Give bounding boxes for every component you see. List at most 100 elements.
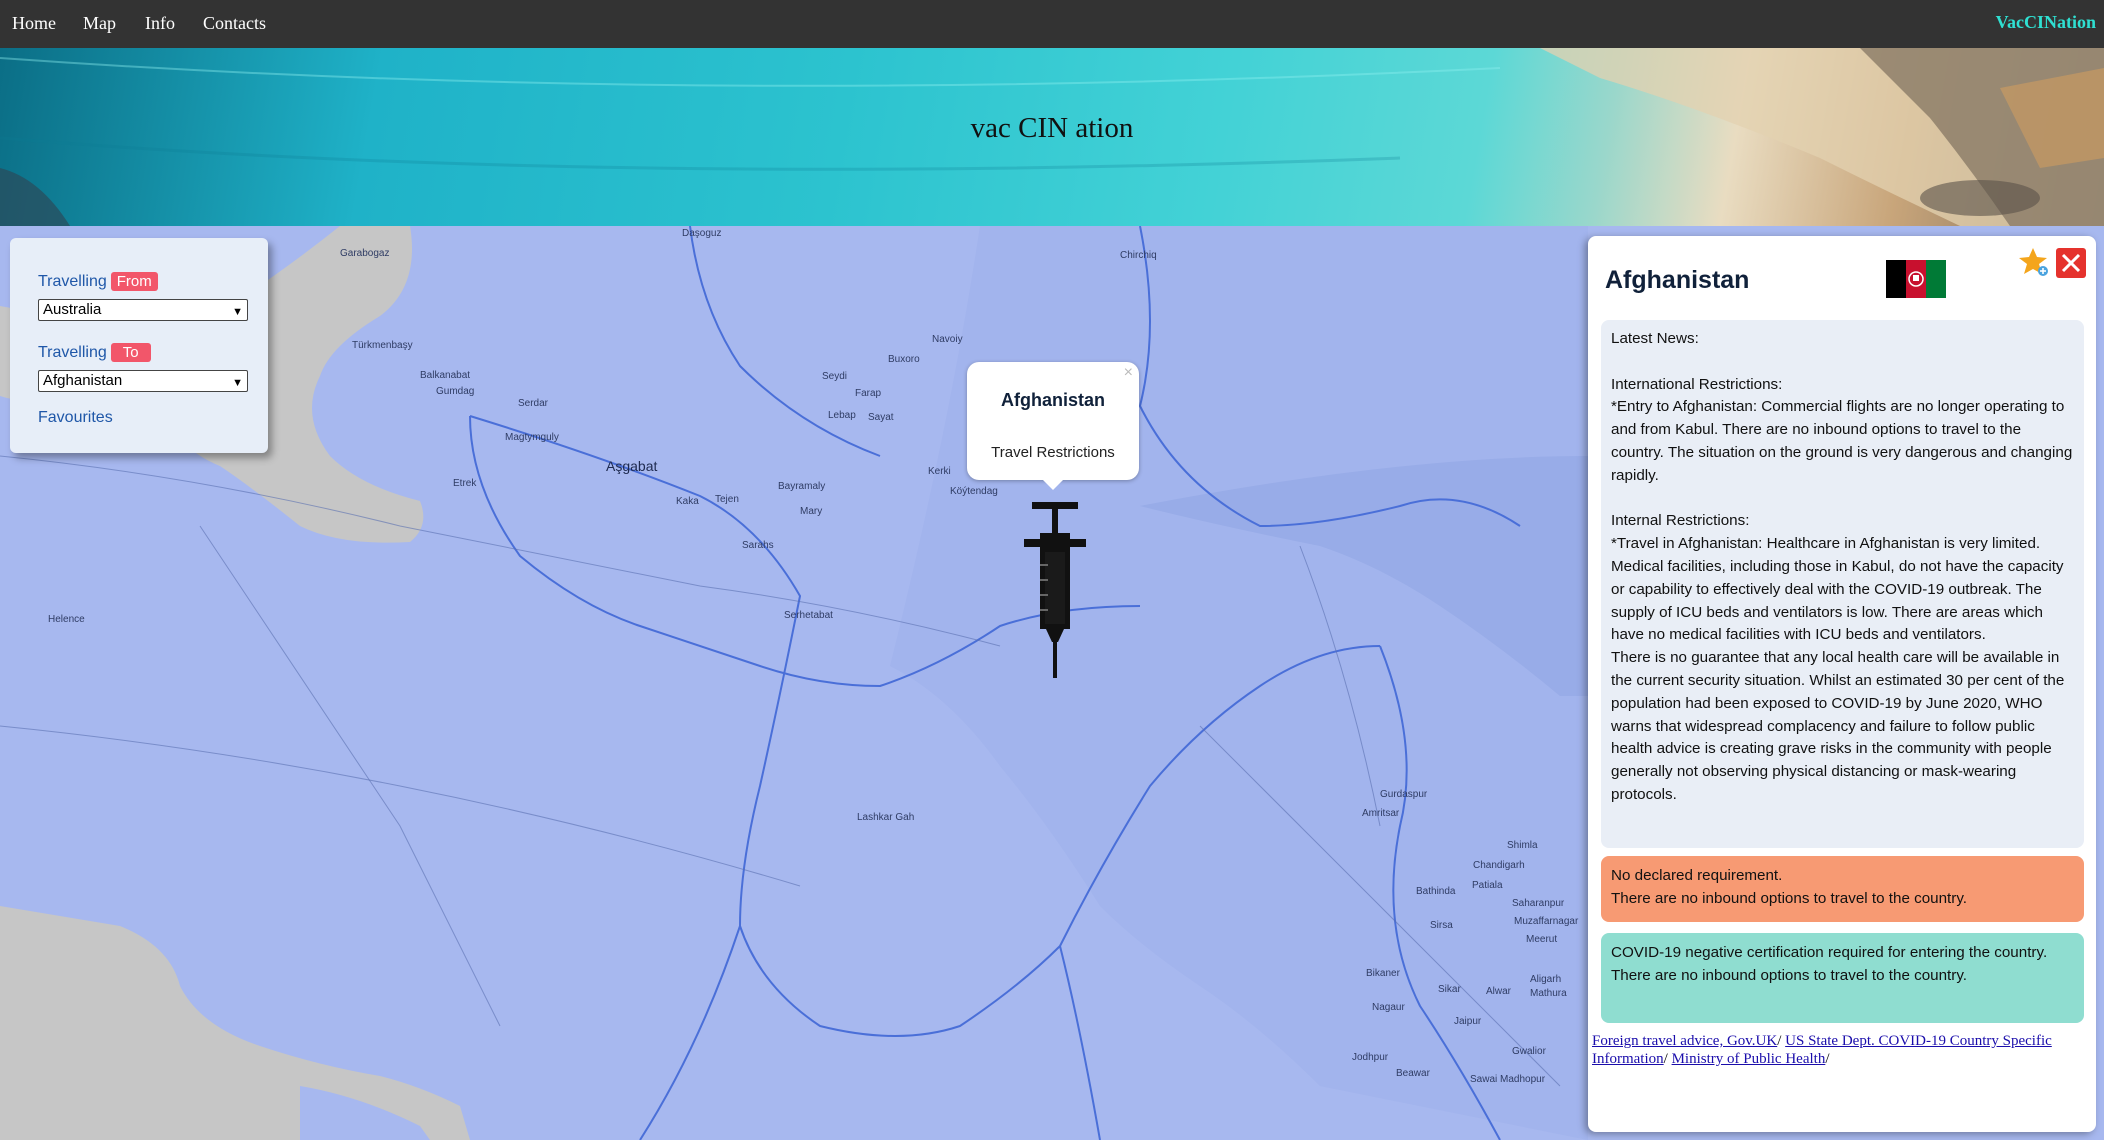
syringe-icon[interactable] [1020, 500, 1090, 682]
nav-map-link[interactable]: Map [83, 13, 116, 34]
hero-title: vac CIN ation [970, 112, 1134, 144]
to-row: Travelling To [38, 343, 151, 362]
map-label-chandigarh: Chandigarh [1473, 860, 1525, 871]
map-label-shimla: Shimla [1507, 840, 1538, 851]
certification-status-box: COVID-19 negative certification required… [1601, 933, 2084, 1023]
navbar: Home Map Info Contacts VacCINation [0, 0, 2104, 48]
map-label-garabogaz: Garabogaz [340, 248, 390, 259]
country-title: Afghanistan [1605, 266, 1750, 294]
map-label-gwalior: Gwalior [1512, 1046, 1546, 1057]
from-badge: From [110, 272, 158, 291]
map-label-serhetabat: Serhetabat [784, 610, 833, 621]
map-label-kaka: Kaka [676, 496, 699, 507]
news-heading: Latest News: [1611, 330, 1699, 347]
map-label-navoiy: Navoiy [932, 334, 963, 345]
map-label-tejen: Tejen [715, 494, 739, 505]
to-country-select[interactable]: Afghanistan ▼ [38, 370, 248, 392]
map-label-lebap: Lebap [828, 410, 856, 421]
map-label-sayat: Sayat [868, 412, 894, 423]
map-label-dasoguz: Daşoguz [682, 228, 722, 239]
map-label-sikar: Sikar [1438, 984, 1461, 995]
map-label-serdar: Serdar [518, 398, 549, 409]
to-badge: To [110, 343, 151, 362]
map-label-gurdaspur: Gurdaspur [1380, 789, 1428, 800]
add-favourite-star-icon[interactable] [2018, 246, 2050, 278]
popup-subtitle[interactable]: Travel Restrictions [967, 444, 1139, 461]
from-country-value: Australia [43, 301, 102, 318]
map-label-sarahs: Sarahs [742, 540, 774, 551]
afghanistan-flag-icon [1886, 260, 1946, 298]
international-restrictions-heading: International Restrictions: [1611, 375, 1783, 393]
link-separator: / [1777, 1033, 1786, 1049]
map-label-koytendag: Köýtendag [950, 486, 998, 497]
link-trailing-slash: / [1825, 1051, 1830, 1067]
map-label-gumdag: Gumdag [436, 386, 475, 397]
certification-line-1: COVID-19 negative certification required… [1611, 944, 2048, 961]
from-label: Travelling [38, 273, 107, 290]
map-label-buxoro: Buxoro [888, 354, 920, 365]
map-label-saharanpur: Saharanpur [1512, 898, 1565, 909]
map-label-aligarh: Aligarh [1530, 974, 1562, 985]
certification-line-2: There are no inbound options to travel t… [1611, 966, 1968, 984]
hero-banner: vac CIN ation [0, 48, 2104, 226]
map-label-muzaffarnagar: Muzaffarnagar [1514, 916, 1579, 927]
map-label-balkanabat: Balkanabat [420, 370, 471, 381]
ministry-public-health-link[interactable]: Ministry of Public Health [1672, 1051, 1826, 1067]
map-label-kerki: Kerki [928, 466, 951, 477]
requirement-line-2: There are no inbound options to travel t… [1611, 889, 1968, 907]
nav-info-link[interactable]: Info [145, 13, 175, 34]
from-country-select[interactable]: Australia ▼ [38, 299, 248, 321]
from-row: Travelling From [38, 272, 158, 291]
internal-restrictions-heading: Internal Restrictions: [1611, 512, 1750, 530]
map-label-alwar: Alwar [1486, 986, 1512, 997]
popup-close-icon[interactable]: × [1124, 364, 1133, 382]
internal-restrictions-text: *Travel in Afghanistan: Healthcare in Af… [1611, 535, 2064, 644]
map-label-bikaner: Bikaner [1366, 968, 1400, 979]
gov-uk-link[interactable]: Foreign travel advice, Gov.UK [1592, 1033, 1777, 1049]
map-label-mathura: Mathura [1530, 988, 1567, 999]
sources-links: Foreign travel advice, Gov.UK/ US State … [1592, 1032, 2092, 1068]
close-panel-button[interactable] [2056, 248, 2086, 278]
map-label-nagaur: Nagaur [1372, 1002, 1405, 1013]
map-label-beawar: Beawar [1396, 1068, 1430, 1079]
latest-news-box: Latest News: International Restrictions:… [1601, 320, 2084, 848]
brand-logo[interactable]: VacCINation [1996, 12, 2096, 33]
map-label-jodhpur: Jodhpur [1352, 1052, 1389, 1063]
map-label-seydi: Seydi [822, 371, 848, 382]
international-restrictions-text: *Entry to Afghanistan: Commercial flight… [1611, 398, 2073, 484]
map-label-chirchiq: Chirchiq [1120, 250, 1157, 261]
map-label-bayramaly: Bayramaly [778, 481, 826, 492]
nav-home-link[interactable]: Home [12, 13, 56, 34]
map-label-sirsa: Sirsa [1430, 920, 1453, 931]
nav-contacts-link[interactable]: Contacts [203, 13, 266, 34]
map-label-etrek: Etrek [453, 478, 477, 489]
requirement-line-1: No declared requirement. [1611, 867, 1783, 884]
to-label: Travelling [38, 344, 107, 361]
popup-title: Afghanistan [1000, 390, 1105, 410]
map-label-sawai-madhopur: Sawai Madhopur [1470, 1074, 1546, 1085]
map-label-mary: Mary [800, 506, 823, 517]
map-label-bathinda: Bathinda [1416, 886, 1456, 897]
news-spacer [1611, 488, 2074, 511]
requirement-status-box: No declared requirement. There are no in… [1601, 856, 2084, 922]
health-care-text: There is no guarantee that any local hea… [1611, 649, 2065, 803]
map-label-jaipur: Jaipur [1454, 1016, 1482, 1027]
map-label-asgabat: Aşgabat [606, 458, 658, 474]
map-label-lashkar-gah: Lashkar Gah [857, 812, 915, 823]
chevron-down-icon: ▼ [232, 306, 243, 318]
close-icon [2061, 253, 2081, 273]
map-label-meerut: Meerut [1526, 934, 1558, 945]
map-popup: × Afghanistan Travel Restrictions [967, 362, 1139, 490]
map-label-turkmenbasy: Türkmenbaşy [352, 340, 413, 351]
country-info-panel: Afghanistan Latest News: International R… [1588, 236, 2096, 1132]
route-selector-panel: Travelling From Australia ▼ Travelling To … [10, 238, 268, 453]
favourites-link[interactable]: Favourites [38, 409, 113, 427]
to-country-value: Afghanistan [43, 372, 123, 389]
chevron-down-icon: ▼ [232, 377, 243, 389]
link-separator: / [1663, 1051, 1672, 1067]
map-label-magtymguly: Magtymguly [505, 432, 559, 443]
map-label-helence: Helence [48, 614, 85, 625]
news-spacer [1611, 351, 2074, 374]
map-label-farap: Farap [855, 388, 882, 399]
map-label-patiala: Patiala [1472, 880, 1503, 891]
